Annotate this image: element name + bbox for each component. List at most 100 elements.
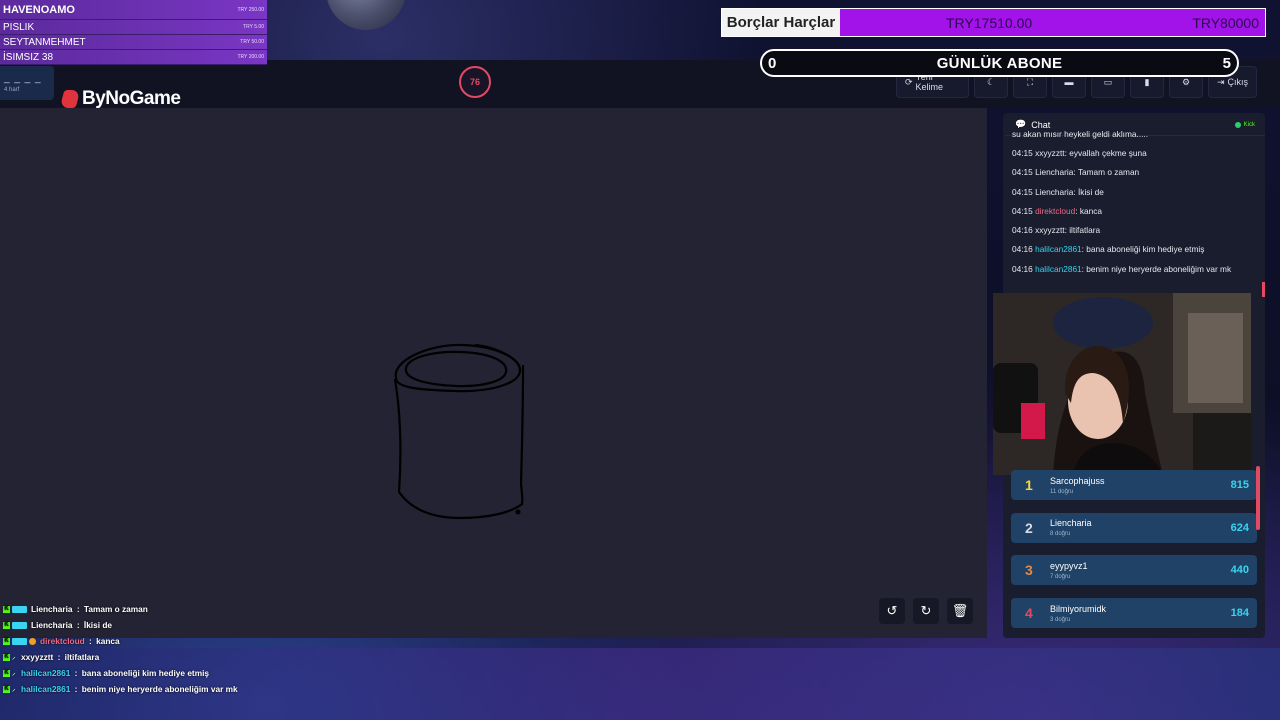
webcam-image [993, 293, 1251, 475]
leaderboard-player: Bilmiyorumidk 3 doğru [1050, 604, 1231, 623]
chat-message: 04:15 Liencharia: İkisi de [1012, 187, 1260, 206]
player-points: 184 [1230, 607, 1249, 620]
subscriber-badge-icon [12, 621, 27, 629]
player-points: 440 [1230, 564, 1249, 577]
drawing-canvas[interactable]: ↺ ↻ 🗑 [0, 108, 987, 638]
overlay-chat-separator: : [55, 652, 63, 662]
platform-status: Kick [1234, 121, 1255, 128]
leaderboard-row: 4 Bilmiyorumidk 3 doğru 184 [1011, 598, 1257, 629]
chat-message: 04:16 xxyyzztt: iltifatlara [1012, 225, 1260, 244]
overlay-chat-line: Kdirektcloud : kanca [3, 633, 303, 649]
trash-icon: ▮ [1144, 76, 1150, 87]
overlay-chat-text: kanca [96, 636, 120, 646]
overlay-chat-user: halilcan2861 [21, 668, 71, 678]
chat-user[interactable]: Liencharia [1035, 187, 1073, 197]
chat-user[interactable]: halilcan2861 [1035, 244, 1082, 254]
timer-value: 76 [469, 77, 480, 87]
undo-button[interactable]: ↺ [879, 598, 905, 624]
undo-icon: ↺ [886, 603, 898, 618]
chat-user[interactable]: Liencharia [1035, 167, 1073, 177]
chat-scroll-indicator[interactable] [1262, 282, 1265, 297]
moon-decoration [326, 0, 406, 30]
chat-message: 04:16 halilcan2861: bana aboneliği kim h… [1012, 244, 1260, 263]
leaderboard-scroll-indicator[interactable] [1256, 466, 1260, 530]
moon-icon: ☾ [986, 76, 996, 87]
stroke-rim [474, 343, 522, 372]
chat-text: benim niye heryerde aboneliğim var mk [1086, 263, 1232, 274]
online-dot-icon [1234, 121, 1241, 128]
gift-badge-icon [29, 637, 36, 645]
leaderboard-row: 2 Liencharia 8 doğru 624 [1011, 512, 1257, 543]
overlay-chat-text: benim niye heryerde aboneliğim var mk [81, 684, 238, 694]
donor-name: İSIMSIZ 38 [3, 51, 54, 63]
leaderboard-player: Liencharia 8 doğru [1050, 518, 1231, 537]
chat-time: 04:15 [1012, 205, 1036, 216]
leaderboard-player: Sarcophajuss 11 doğru [1050, 476, 1231, 495]
kick-badge-icon: K [3, 605, 10, 613]
window-icon: ▭ [1103, 76, 1113, 87]
kick-badge-icon: K [3, 685, 10, 693]
chat-message-partial: su akan mısır heykeli geldi aklıma..... [1012, 129, 1149, 139]
subs-title: GÜNLÜK ABONE [936, 54, 1063, 72]
chat-time: 04:15 [1012, 167, 1036, 178]
chat-text: iltifatlara [1069, 225, 1101, 236]
player-name: eyypyvz1 [1050, 560, 1088, 571]
chat-text: bana aboneliği kim hediye etmiş [1086, 244, 1205, 255]
overlay-chat-separator: : [72, 684, 80, 694]
chat-user[interactable]: xxyyzztt [1035, 225, 1065, 235]
chat-text: kanca [1079, 205, 1102, 216]
donation-list: HAVENOAMO TRY 250.00 PISLIK TRY 5.00 SEY… [0, 0, 267, 65]
player-correct-count: 8 doğru [1050, 531, 1071, 538]
stroke-top-inner [404, 350, 508, 388]
chat-user[interactable]: xxyyzztt [1035, 148, 1065, 158]
goal-target: TRY80000 [1192, 14, 1259, 31]
overlay-chat-text: İkisi de [83, 620, 113, 630]
keyboard-icon: ▬ [1064, 77, 1074, 87]
player-correct-count: 7 doğru [1050, 573, 1071, 580]
refresh-icon: ⟳ [905, 76, 913, 87]
leaderboard-rank: 2 [1025, 519, 1033, 536]
clear-canvas-button[interactable]: 🗑 [947, 598, 973, 624]
subscriber-badge-icon [12, 637, 27, 645]
chat-user[interactable]: halilcan2861 [1035, 264, 1082, 274]
redo-button[interactable]: ↻ [913, 598, 939, 624]
leaderboard-row: 1 Sarcophajuss 11 doğru 815 [1011, 470, 1257, 500]
overlay-chat-user: direktcloud [40, 636, 85, 646]
chat-user[interactable]: direktcloud [1035, 206, 1075, 216]
word-hint-box: _ _ _ _ 4 harf [0, 66, 54, 100]
stroke-body-left [393, 378, 524, 520]
webcam-feed [993, 293, 1251, 475]
overlay-chat-separator: : [74, 604, 82, 614]
chat-text: eyvallah çekme şuna [1069, 148, 1147, 158]
donation-amount: TRY 250.00 [237, 6, 264, 13]
goal-progress: TRY17510.00 TRY80000 [840, 9, 1265, 36]
expand-icon: ⛶ [1026, 76, 1034, 87]
donation-amount: TRY 200.00 [237, 54, 264, 60]
donation-amount: TRY 5.00 [243, 24, 264, 30]
overlay-chat-separator: : [72, 668, 80, 678]
overlay-chat-line: K ⸝ halilcan2861 : benim niye heryerde abo… [3, 681, 303, 697]
leaderboard-rank: 3 [1025, 562, 1033, 579]
canvas-controls: ↺ ↻ 🗑 [879, 598, 973, 624]
subscriber-badge-icon [12, 605, 27, 613]
donor-name: PISLIK [3, 21, 35, 33]
chat-message: 04:15 direktcloud: kanca [1012, 206, 1260, 225]
kick-badge-icon: K [3, 669, 10, 677]
chat-time: 04:16 [1012, 244, 1036, 255]
overlay-chat-user: xxyyzztt [21, 652, 54, 662]
brand-logo: ByNoGame [59, 88, 181, 110]
subs-start: 0 [768, 54, 777, 72]
overlay-chat-text: bana aboneliği kim hediye etmiş [81, 668, 209, 678]
chat-time: 04:16 [1012, 263, 1036, 274]
overlay-chat-line: K ⸝ xxyyzztt : iltifatlara [3, 649, 303, 665]
chat-messages[interactable]: su akan mısır heykeli geldi aklıma..... … [1012, 128, 1260, 294]
overlay-chat-line: K Liencharia : İkisi de [3, 617, 303, 633]
stream-chat-overlay: K Liencharia : Tamam o zaman K Liencharia :… [3, 601, 303, 697]
chat-message: 04:15 Liencharia: Tamam o zaman [1012, 167, 1260, 186]
goal-label: Borçlar Harçlar [722, 9, 840, 36]
overlay-chat-text: Tamam o zaman [83, 604, 148, 614]
donation-amount: TRY 50.00 [240, 39, 264, 45]
player-name: Bilmiyorumidk [1050, 603, 1107, 614]
overlay-chat-user: Liencharia [31, 620, 73, 630]
chat-message: 04:15 xxyyzztt: eyvallah çekme şuna [1012, 148, 1260, 167]
